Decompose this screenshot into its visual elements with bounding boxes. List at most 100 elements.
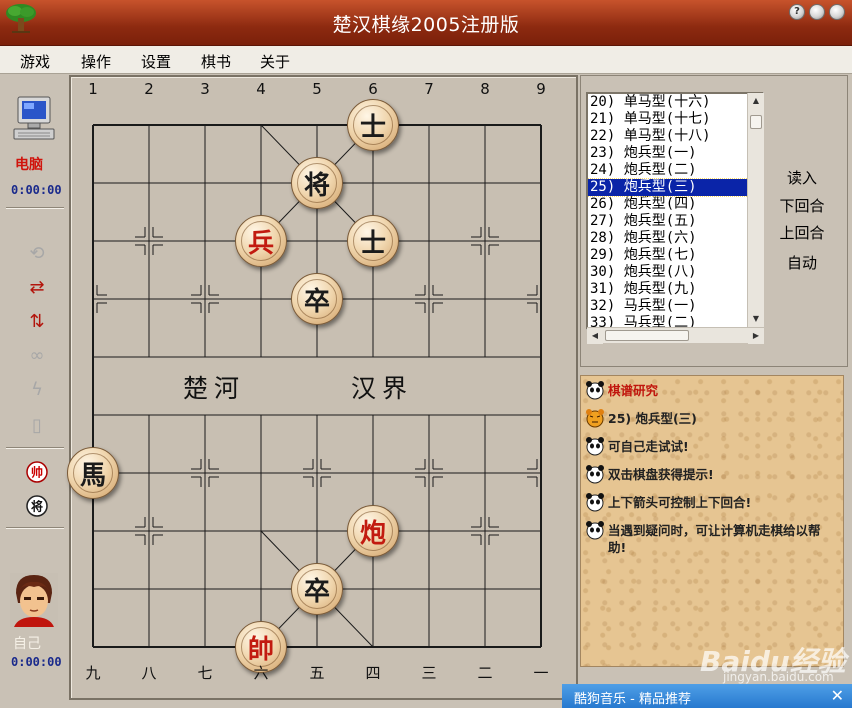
lightning-icon[interactable]: ϟ bbox=[24, 377, 50, 403]
river-right-text: 汉界 bbox=[351, 374, 414, 403]
chain-icon[interactable]: ∞ bbox=[24, 343, 50, 369]
record-item[interactable]: 28) 炮兵型(六) bbox=[588, 230, 762, 247]
chess-piece-black[interactable]: 馬 bbox=[67, 447, 119, 499]
record-item[interactable]: 20) 单马型(十六) bbox=[588, 94, 762, 111]
menu-bar: 游戏 操作 设置 棋书 关于 bbox=[0, 46, 852, 74]
file-number-top: 1 bbox=[88, 80, 98, 98]
file-number-bottom: 五 bbox=[309, 664, 325, 682]
record-item[interactable]: 25) 炮兵型(三) bbox=[588, 178, 762, 197]
file-number-bottom: 一 bbox=[533, 664, 549, 682]
chess-piece-black[interactable]: 将 bbox=[291, 157, 343, 209]
chess-piece-red[interactable]: 兵 bbox=[235, 215, 287, 267]
record-item[interactable]: 24) 炮兵型(二) bbox=[588, 162, 762, 179]
scroll-up-icon[interactable]: ▲ bbox=[748, 93, 764, 109]
record-list[interactable]: 20) 单马型(十六) 21) 单马型(十七) 22) 单马型(十八) 23) 炮兵型… bbox=[586, 92, 764, 330]
title-bar: 楚汉棋缘2005注册版 ? bbox=[0, 0, 852, 46]
record-item[interactable]: 21) 单马型(十七) bbox=[588, 111, 762, 128]
chess-piece-black[interactable]: 士 bbox=[347, 215, 399, 267]
piece-label: 兵 bbox=[247, 228, 274, 259]
piece-label: 卒 bbox=[303, 286, 330, 317]
chess-piece-black[interactable]: 卒 bbox=[291, 563, 343, 615]
load-button[interactable]: 读入 bbox=[776, 167, 828, 188]
file-number-top: 2 bbox=[144, 80, 154, 98]
record-horizontal-scrollbar[interactable]: ◀ ▶ bbox=[587, 327, 764, 344]
piece-label: 士 bbox=[359, 112, 386, 143]
file-number-bottom: 二 bbox=[477, 664, 493, 682]
piece-label: 将 bbox=[303, 170, 330, 201]
divider bbox=[6, 527, 64, 529]
file-number-top: 8 bbox=[480, 80, 490, 98]
auto-play-button[interactable]: 自动 bbox=[776, 252, 828, 273]
svg-text:帅: 帅 bbox=[31, 465, 43, 480]
record-item[interactable]: 29) 炮兵型(七) bbox=[588, 247, 762, 264]
scroll-right-icon[interactable]: ▶ bbox=[748, 328, 764, 344]
panda-icon bbox=[586, 437, 604, 456]
flip-board-icon[interactable]: ⇅ bbox=[24, 309, 50, 335]
piece-label: 士 bbox=[359, 228, 386, 259]
player-avatar bbox=[10, 573, 58, 627]
minimize-button[interactable] bbox=[809, 4, 825, 20]
panda-icon bbox=[586, 493, 604, 512]
notification-text: 酷狗音乐 - 精品推荐 bbox=[574, 692, 691, 707]
next-move-button[interactable]: 下回合 bbox=[776, 195, 828, 216]
scroll-thumb[interactable] bbox=[605, 330, 689, 341]
scroll-down-icon[interactable]: ▼ bbox=[748, 311, 764, 327]
self-label: 自己 bbox=[13, 636, 41, 652]
file-number-bottom: 七 bbox=[197, 664, 213, 682]
chess-piece-black[interactable]: 士 bbox=[347, 99, 399, 151]
close-icon[interactable]: ✕ bbox=[831, 686, 844, 705]
computer-timer: 0:00:00 bbox=[11, 183, 62, 197]
help-button[interactable]: ? bbox=[789, 4, 805, 20]
chess-piece-red[interactable]: 炮 bbox=[347, 505, 399, 557]
scroll-left-icon[interactable]: ◀ bbox=[587, 328, 603, 344]
file-number-bottom: 四 bbox=[365, 664, 381, 682]
red-side-icon[interactable]: 帅 bbox=[24, 461, 50, 487]
info-text: 25) 炮兵型(三) bbox=[608, 411, 697, 426]
tiger-icon bbox=[586, 409, 604, 428]
chess-piece-black[interactable]: 卒 bbox=[291, 273, 343, 325]
menu-chess-book[interactable]: 棋书 bbox=[201, 51, 231, 72]
record-panel: 20) 单马型(十六) 21) 单马型(十七) 22) 单马型(十八) 23) 炮兵型… bbox=[580, 75, 848, 367]
info-text: 可自己走试试! bbox=[608, 439, 689, 454]
baidu-watermark-url: jingyan.baidu.com bbox=[723, 670, 834, 684]
scroll-thumb[interactable] bbox=[750, 115, 762, 129]
record-item[interactable]: 22) 单马型(十八) bbox=[588, 128, 762, 145]
menu-about[interactable]: 关于 bbox=[260, 51, 290, 72]
panda-icon bbox=[586, 465, 604, 484]
link-icon[interactable]: ⟲ bbox=[24, 241, 50, 267]
close-button[interactable] bbox=[829, 4, 845, 20]
record-item[interactable]: 31) 炮兵型(九) bbox=[588, 281, 762, 298]
info-text: 双击棋盘获得提示! bbox=[608, 467, 714, 482]
file-number-bottom: 八 bbox=[141, 664, 157, 682]
record-item[interactable]: 32) 马兵型(一) bbox=[588, 298, 762, 315]
window-title: 楚汉棋缘2005注册版 bbox=[332, 14, 520, 36]
music-notification-bar[interactable]: 酷狗音乐 - 精品推荐 ✕ bbox=[562, 684, 852, 708]
file-number-top: 3 bbox=[200, 80, 210, 98]
divider bbox=[6, 447, 64, 449]
record-item[interactable]: 23) 炮兵型(一) bbox=[588, 145, 762, 162]
menu-game[interactable]: 游戏 bbox=[20, 51, 50, 72]
menu-operate[interactable]: 操作 bbox=[81, 51, 111, 72]
page-icon[interactable]: ▯ bbox=[24, 413, 50, 439]
swap-arrows-icon[interactable]: ⇄ bbox=[24, 275, 50, 301]
record-item[interactable]: 26) 炮兵型(四) bbox=[588, 196, 762, 213]
file-number-top: 5 bbox=[312, 80, 322, 98]
svg-text:将: 将 bbox=[31, 499, 43, 514]
file-number-top: 4 bbox=[256, 80, 266, 98]
record-item[interactable]: 30) 炮兵型(八) bbox=[588, 264, 762, 281]
chess-board[interactable]: 楚河 汉界 士将兵士卒馬炮卒帥 123456789九八七六五四三二一 bbox=[67, 75, 578, 700]
panda-icon bbox=[586, 381, 604, 400]
piece-label: 馬 bbox=[79, 460, 106, 491]
computer-label: 电脑 bbox=[15, 157, 43, 173]
record-vertical-scrollbar[interactable]: ▲ ▼ bbox=[747, 93, 764, 327]
black-side-icon[interactable]: 将 bbox=[24, 495, 50, 521]
file-number-bottom: 九 bbox=[85, 664, 101, 682]
info-text: 当遇到疑问时，可让计算机走棋给以帮助! bbox=[608, 523, 821, 555]
river-left-text: 楚河 bbox=[183, 374, 246, 403]
divider bbox=[6, 207, 64, 209]
prev-move-button[interactable]: 上回合 bbox=[776, 222, 828, 243]
info-line: 可自己走试试! bbox=[585, 436, 689, 456]
menu-settings[interactable]: 设置 bbox=[141, 51, 171, 72]
record-item[interactable]: 27) 炮兵型(五) bbox=[588, 213, 762, 230]
file-number-top: 6 bbox=[368, 80, 378, 98]
